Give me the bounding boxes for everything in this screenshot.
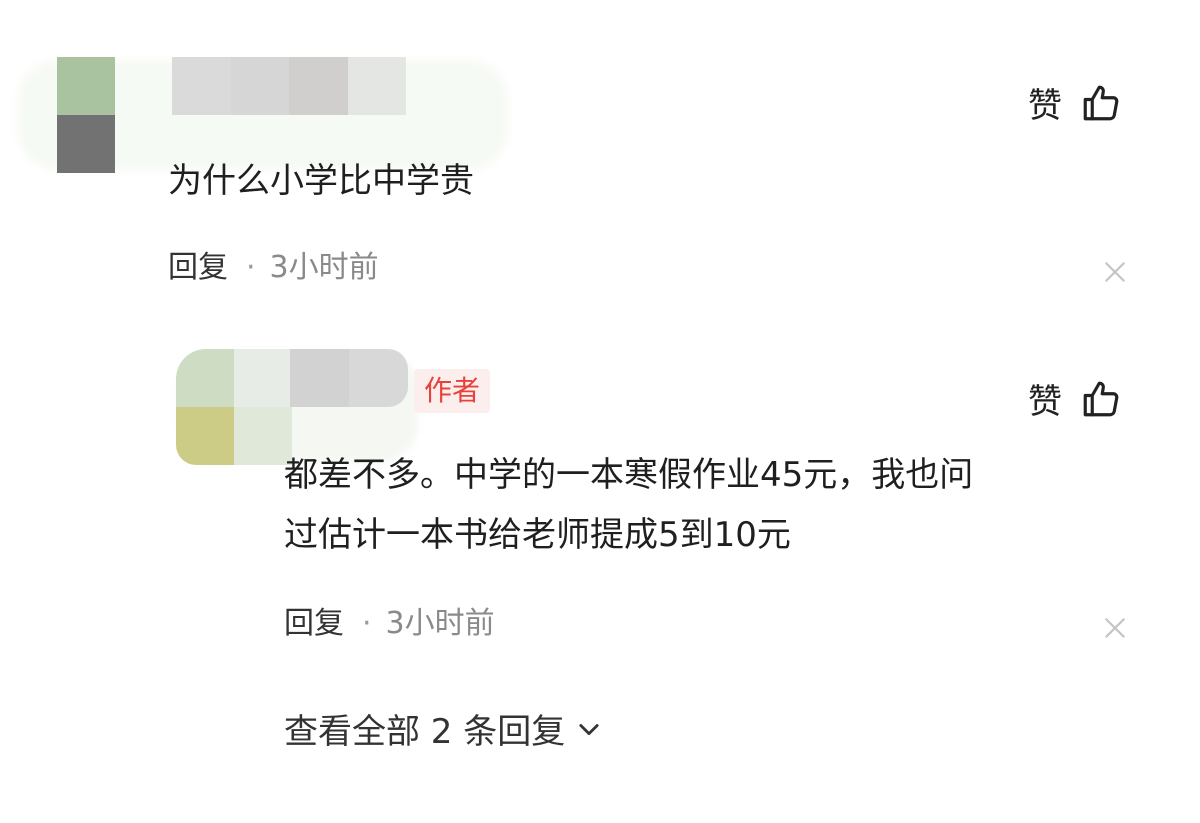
avatar[interactable] xyxy=(57,57,115,173)
close-icon[interactable] xyxy=(1102,615,1128,641)
reply-meta-separator: · xyxy=(362,606,372,641)
reply-username-blurred[interactable] xyxy=(290,349,408,407)
like-label: 赞 xyxy=(1028,86,1062,126)
view-all-label: 查看全部 2 条回复 xyxy=(284,712,566,752)
username-blurred[interactable] xyxy=(172,57,406,115)
comment-time: 3小时前 xyxy=(269,250,379,285)
close-icon[interactable] xyxy=(1102,259,1128,285)
reply-like-label: 赞 xyxy=(1028,382,1062,422)
chevron-down-icon xyxy=(579,723,599,735)
reply-text-line-1: 都差不多。中学的一本寒假作业45元，我也问 xyxy=(284,455,974,495)
view-all-replies-button[interactable]: 查看全部 2 条回复 xyxy=(284,704,603,753)
reply-meta: 回复 · 3小时前 xyxy=(284,604,495,644)
reply-avatar[interactable] xyxy=(176,349,292,465)
reply-time: 3小时前 xyxy=(385,606,495,641)
like-button[interactable]: 赞 xyxy=(1028,78,1122,127)
author-badge: 作者 xyxy=(414,369,491,413)
thumbs-up-icon xyxy=(1083,381,1119,416)
thumbs-up-icon xyxy=(1083,85,1119,120)
reply-reply-button[interactable]: 回复 xyxy=(284,604,344,644)
reply-like-button[interactable]: 赞 xyxy=(1028,374,1122,423)
comment-text: 为什么小学比中学贵 xyxy=(168,161,474,201)
comment-thread: 赞 为什么小学比中学贵 回复 · 3小时前 作者 赞 都差不多。中学的一本寒假作… xyxy=(0,0,1200,823)
reply-text-line-2: 过估计一本书给老师提成5到10元 xyxy=(284,515,791,555)
reply-button[interactable]: 回复 xyxy=(168,248,228,288)
meta-separator: · xyxy=(246,250,256,285)
comment-meta: 回复 · 3小时前 xyxy=(168,248,379,288)
